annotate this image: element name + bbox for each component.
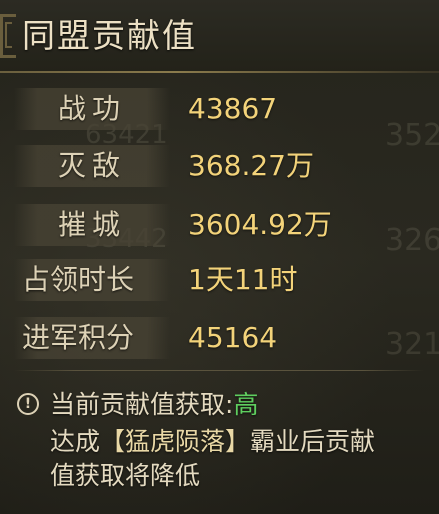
stat-row-miedi: 灭敌 368.27万 — [0, 145, 439, 187]
stat-row-occupation-time: 占领时长 1天11时 — [0, 259, 439, 301]
stat-label: 摧城 — [58, 208, 127, 241]
stat-label: 灭敌 — [58, 149, 127, 182]
header-ornament-inner — [5, 22, 12, 48]
stat-label: 进军积分 — [22, 321, 135, 354]
contribution-panel: 365 63421 352 33442 326 321 同盟贡献值 战功 438… — [0, 0, 439, 514]
info-line-2: 达成【猛虎陨落】霸业后贡献 — [50, 426, 375, 458]
stat-value: 368.27万 — [188, 149, 314, 182]
header-divider — [0, 71, 439, 73]
info-line-1: 当前贡献值获取:高 — [50, 389, 258, 421]
stat-row-march-points: 进军积分 45164 — [0, 317, 439, 359]
info-text: 霸业后贡献 — [250, 427, 376, 456]
panel-header: 同盟贡献值 — [0, 0, 439, 72]
status-high-text: 高 — [233, 390, 259, 419]
panel-title: 同盟贡献值 — [22, 16, 197, 55]
stat-value: 3604.92万 — [188, 208, 332, 241]
stat-row-zhangong: 战功 43867 — [0, 88, 439, 130]
info-text: 值获取将降低 — [50, 461, 201, 490]
section-divider — [14, 370, 424, 371]
info-icon: ! — [17, 393, 39, 415]
stat-label: 占领时长 — [22, 263, 135, 296]
stat-label: 战功 — [58, 92, 127, 125]
stat-value: 45164 — [188, 321, 278, 354]
info-text: 当前贡献值获取: — [50, 390, 234, 419]
stat-value: 1天11时 — [188, 263, 298, 296]
stat-row-cuicheng: 摧城 3604.92万 — [0, 204, 439, 246]
info-text: 达成 — [50, 427, 101, 456]
achievement-name: 【猛虎陨落】 — [100, 427, 251, 456]
info-line-3: 值获取将降低 — [50, 460, 200, 492]
stat-value: 43867 — [188, 92, 278, 125]
